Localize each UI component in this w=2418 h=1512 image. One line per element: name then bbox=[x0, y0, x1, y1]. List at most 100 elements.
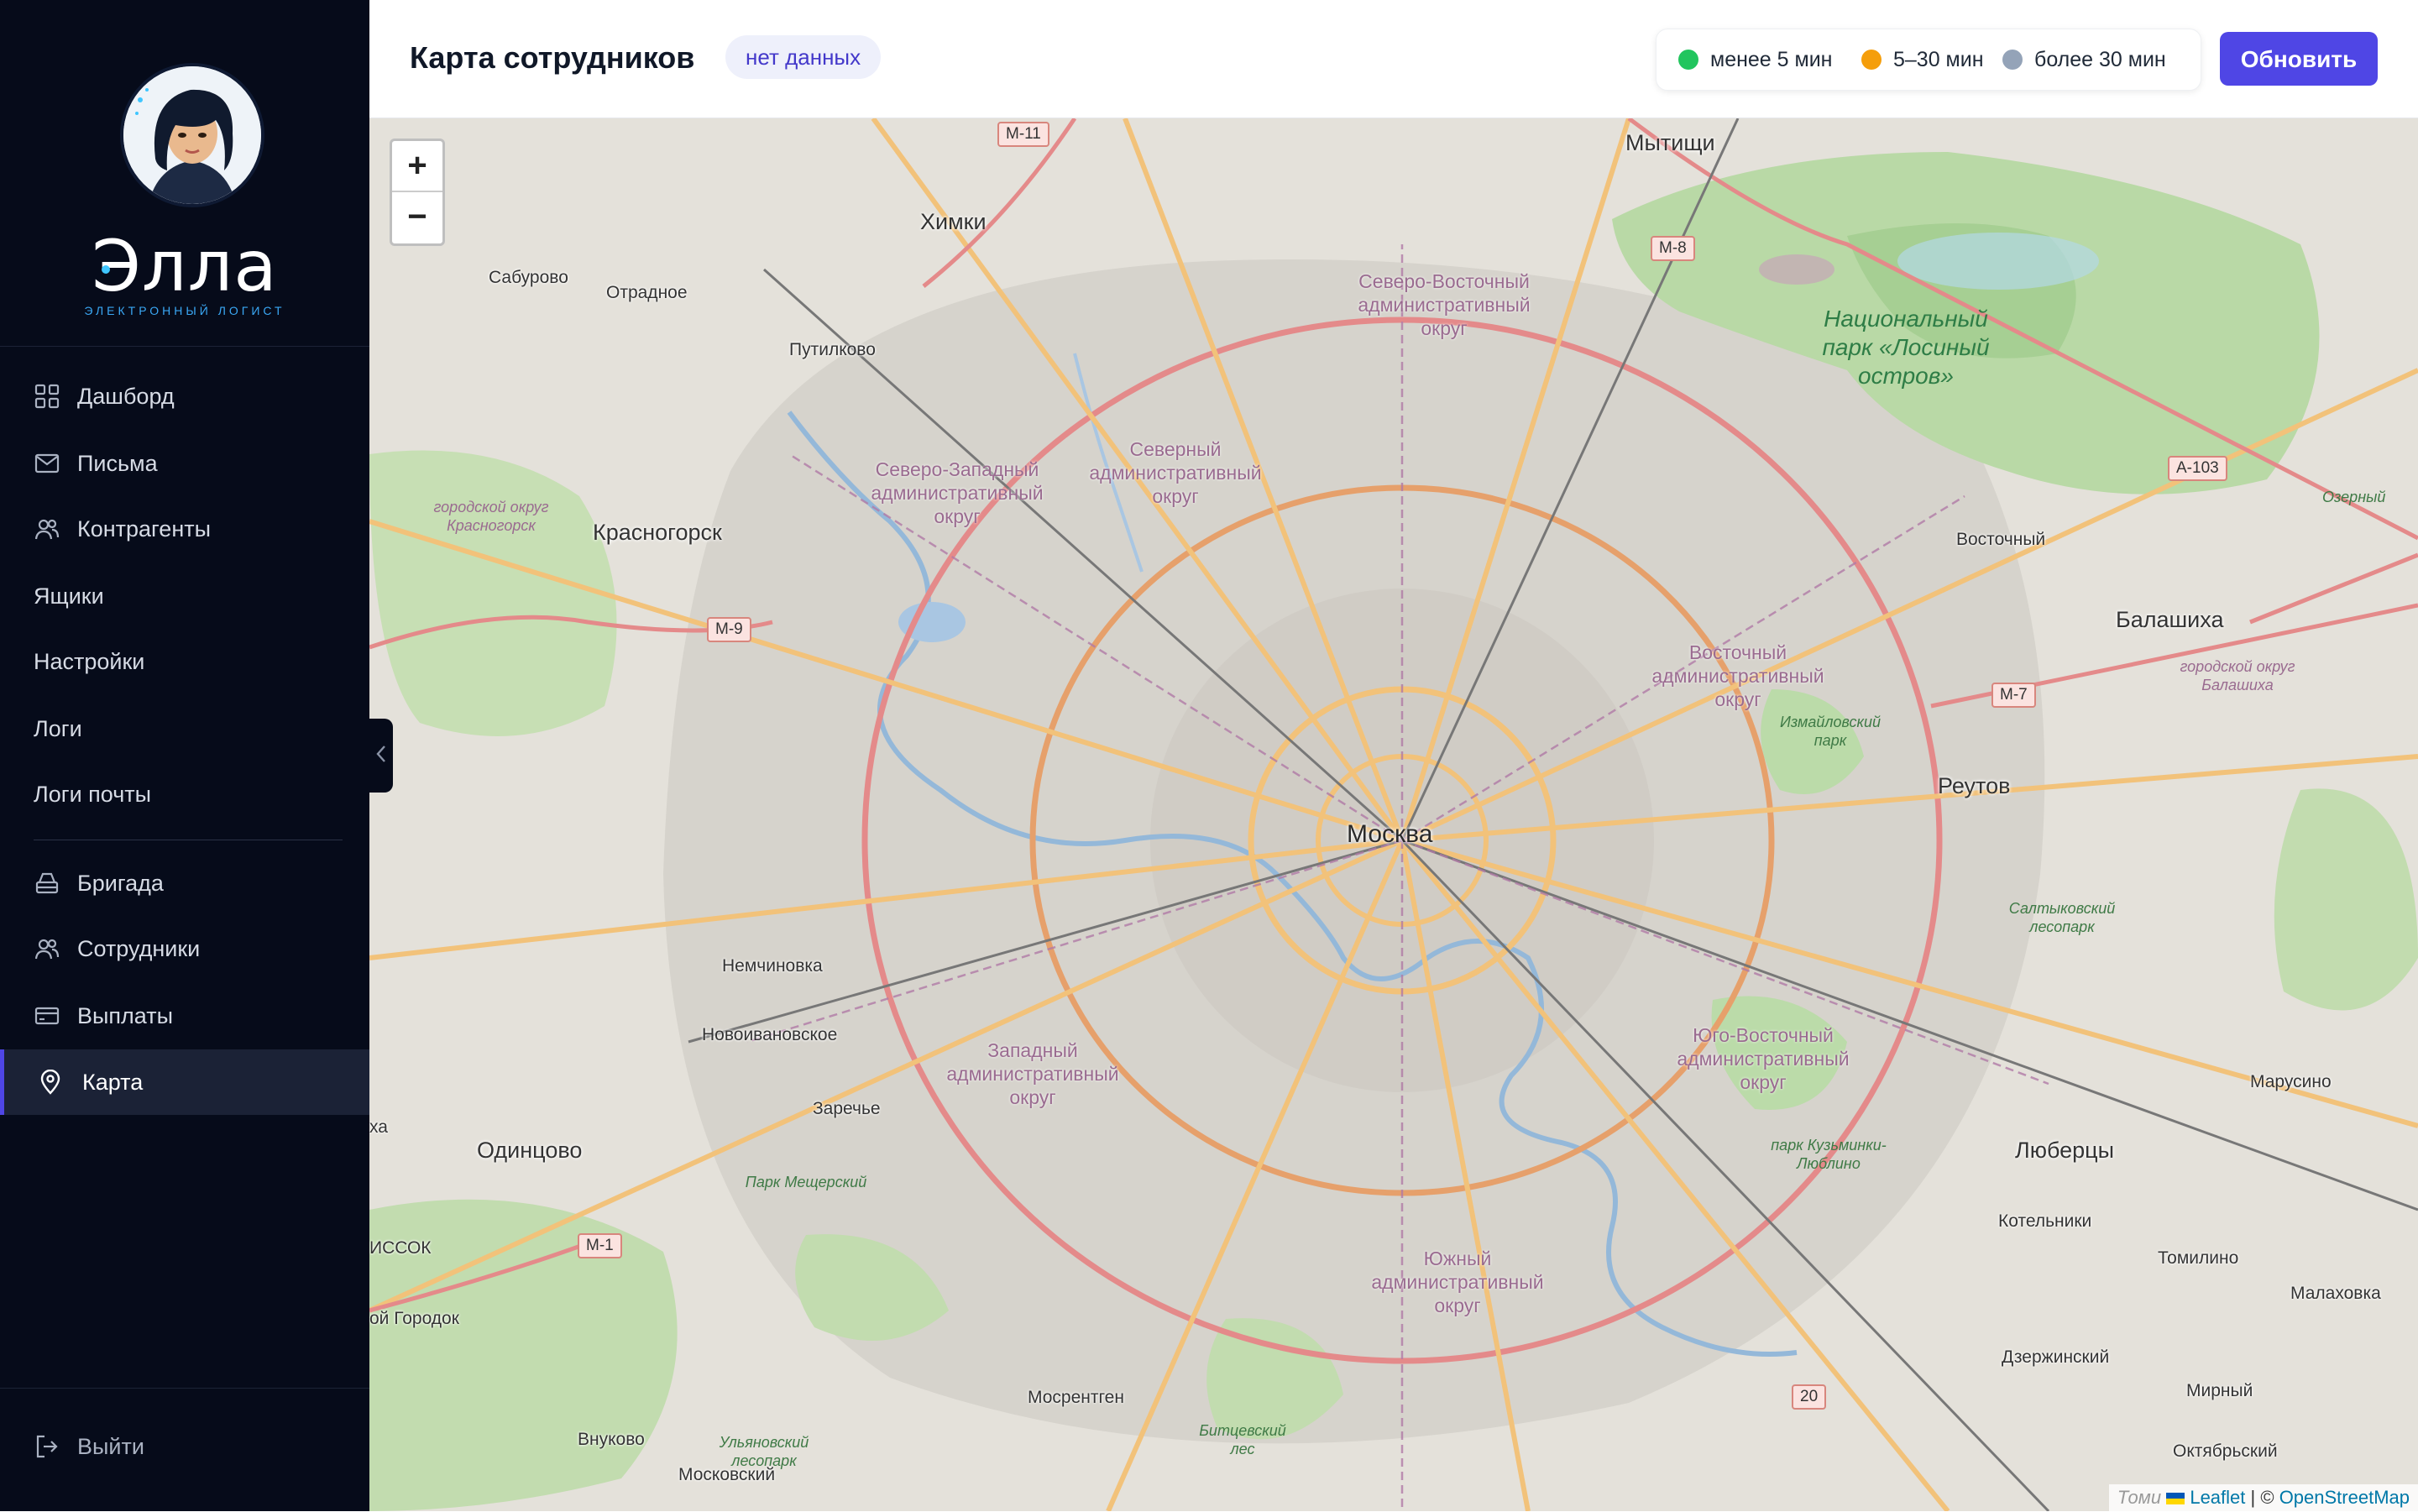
sidebar-item-label: Логи почты bbox=[34, 781, 152, 807]
map-label-national-park: Национальный парк «Лосиный остров» bbox=[1822, 306, 1990, 389]
brand-name: Элла bbox=[92, 225, 278, 307]
map-label-district: Северо-Восточный административный округ bbox=[1358, 270, 1531, 339]
page-header: Карта сотрудников нет данных менее 5 мин… bbox=[369, 0, 2418, 118]
map-label-town: Новоивановское bbox=[702, 1025, 838, 1044]
map-label-town: ИССОК bbox=[369, 1238, 432, 1258]
sidebar-item-mail-logs[interactable]: Логи почты bbox=[0, 761, 369, 827]
map-label-town: Томилино bbox=[2158, 1248, 2239, 1268]
sidebar-item-label: Ящики bbox=[34, 583, 104, 609]
sidebar-item-label: Выплаты bbox=[77, 1002, 173, 1028]
sidebar: Элла ЭЛЕКТРОННЫЙ ЛОГИСТ Дашборд Письма К… bbox=[0, 0, 369, 1511]
zoom-control: + − bbox=[390, 139, 445, 246]
osm-link[interactable]: OpenStreetMap bbox=[2279, 1487, 2410, 1508]
sidebar-item-payouts[interactable]: Выплаты bbox=[0, 983, 369, 1049]
map-label-moscow: Москва bbox=[1347, 820, 1433, 848]
orange-dot-icon bbox=[1861, 50, 1882, 70]
map-label-city: Химки bbox=[920, 209, 987, 234]
map-label-district: Южный административный округ bbox=[1371, 1248, 1544, 1316]
attribution-separator: | © bbox=[2250, 1487, 2274, 1508]
map-label-place: Озерный bbox=[2322, 489, 2386, 505]
legend-label: 5–30 мин bbox=[1893, 47, 1984, 71]
sidebar-item-dashboard[interactable]: Дашборд bbox=[0, 364, 369, 429]
sidebar-item-label: Логи bbox=[34, 715, 82, 741]
map-view[interactable]: Москва Мытищи Химки Красногорск Балашиха… bbox=[369, 118, 2418, 1511]
map-label-town: Немчиновка bbox=[722, 956, 823, 976]
map-label-city: Люберцы bbox=[2015, 1138, 2115, 1163]
zoom-in-button[interactable]: + bbox=[392, 141, 442, 191]
zoom-out-button[interactable]: − bbox=[392, 191, 442, 242]
map-label-district: Северный административный округ bbox=[1089, 438, 1262, 507]
status-badge: нет данных bbox=[725, 35, 882, 79]
users-icon bbox=[34, 935, 60, 962]
map-label-park: парк Кузьминки-Люблино bbox=[1771, 1137, 1887, 1172]
sidebar-item-label: Дашборд bbox=[77, 383, 175, 409]
map-label-town: ха bbox=[369, 1117, 388, 1137]
map-label-town: Мирный bbox=[2186, 1381, 2253, 1400]
road-shield: M-7 bbox=[1991, 683, 2036, 708]
sidebar-collapse-button[interactable] bbox=[369, 719, 393, 793]
map-label-town: Дзержинский bbox=[2002, 1347, 2110, 1367]
page-title: Карта сотрудников bbox=[410, 40, 695, 75]
users-icon bbox=[34, 515, 60, 542]
sidebar-item-employees[interactable]: Сотрудники bbox=[0, 916, 369, 981]
sidebar-item-label: Письма bbox=[77, 450, 158, 476]
brand-subtitle: ЭЛЕКТРОННЫЙ ЛОГИСТ bbox=[84, 304, 285, 317]
mail-icon bbox=[34, 450, 60, 477]
sidebar-item-settings[interactable]: Настройки bbox=[0, 629, 369, 694]
leaflet-link[interactable]: Leaflet bbox=[2190, 1487, 2245, 1508]
sidebar-item-label: Контрагенты bbox=[77, 515, 212, 541]
sidebar-item-logs[interactable]: Логи bbox=[0, 696, 369, 761]
logout-block: Выйти bbox=[0, 1388, 369, 1512]
sidebar-item-brigade[interactable]: Бригада bbox=[0, 850, 369, 916]
sidebar-item-contractors[interactable]: Контрагенты bbox=[0, 496, 369, 562]
road-shield: M-9 bbox=[707, 617, 751, 642]
map-label-okrug: городской округ Балашиха bbox=[2180, 658, 2295, 693]
gray-dot-icon bbox=[2002, 50, 2023, 70]
map-label-town: Марусино bbox=[2250, 1072, 2332, 1091]
sidebar-item-mail[interactable]: Письма bbox=[0, 431, 369, 496]
map-label-district: Юго-Восточный административный округ bbox=[1677, 1024, 1850, 1093]
legend-item-stale: более 30 мин bbox=[2002, 29, 2166, 90]
map-pin-icon bbox=[37, 1069, 64, 1096]
status-legend: менее 5 мин 5–30 мин более 30 мин bbox=[1656, 29, 2201, 91]
map-label-park: Измайловский парк bbox=[1779, 714, 1882, 749]
attribution-prefix: Томи bbox=[2117, 1487, 2162, 1508]
sidebar-item-map[interactable]: Карта bbox=[0, 1049, 369, 1115]
map-label-town: Малаховка bbox=[2290, 1284, 2381, 1303]
logout-button[interactable]: Выйти bbox=[0, 1414, 369, 1479]
sidebar-item-boxes[interactable]: Ящики bbox=[0, 563, 369, 629]
sidebar-item-label: Настройки bbox=[34, 648, 145, 674]
road-shield: M-1 bbox=[578, 1233, 622, 1258]
logout-icon bbox=[34, 1433, 60, 1460]
map-label-city: Красногорск bbox=[593, 520, 722, 545]
map-label-town: Мосрентген bbox=[1028, 1388, 1124, 1407]
map-label-town: Заречье bbox=[813, 1099, 881, 1118]
map-label-town: Котельники bbox=[1998, 1211, 2092, 1231]
sidebar-item-label: Карта bbox=[82, 1069, 144, 1095]
map-label-town: Сабурово bbox=[489, 268, 568, 287]
map-label-park: Парк Мещерский bbox=[745, 1174, 867, 1190]
sidebar-item-label: Сотрудники bbox=[77, 935, 201, 961]
map-label-city: Балашиха bbox=[2116, 607, 2224, 632]
map-label-town: Отрадное bbox=[606, 283, 688, 302]
map-label-park: Ульяновский лесопарк bbox=[719, 1434, 809, 1469]
sidebar-item-label: Бригада bbox=[77, 870, 164, 896]
grid-icon bbox=[34, 383, 60, 410]
legend-item-recent: 5–30 мин bbox=[1861, 29, 1984, 90]
map-label-town: Внуково bbox=[578, 1430, 645, 1449]
road-shield: A-103 bbox=[2168, 456, 2227, 481]
map-label-district: Восточный административный округ bbox=[1651, 641, 1824, 710]
road-shield: M-8 bbox=[1651, 236, 1695, 261]
avatar bbox=[120, 63, 264, 207]
brand-dot-icon bbox=[102, 265, 110, 274]
road-shield: 20 bbox=[1792, 1384, 1827, 1410]
card-icon bbox=[34, 1002, 60, 1029]
refresh-button[interactable]: Обновить bbox=[2220, 32, 2378, 86]
legend-item-fresh: менее 5 мин bbox=[1678, 29, 1832, 90]
green-dot-icon bbox=[1678, 50, 1698, 70]
map-label-city: Одинцово bbox=[477, 1138, 583, 1163]
map-label-city: Мытищи bbox=[1625, 130, 1715, 155]
map-label-park: Салтыковский лесопарк bbox=[2008, 900, 2116, 935]
brand-block: Элла ЭЛЕКТРОННЫЙ ЛОГИСТ bbox=[0, 0, 369, 347]
legend-label: более 30 мин bbox=[2034, 47, 2166, 71]
